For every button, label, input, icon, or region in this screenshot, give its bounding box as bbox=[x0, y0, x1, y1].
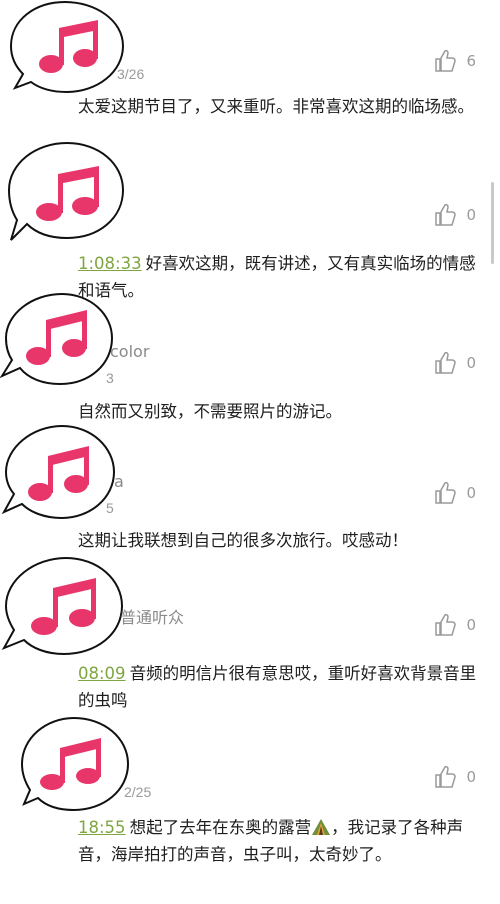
music-note-icon bbox=[1, 556, 124, 656]
like-button[interactable]: 0 bbox=[434, 766, 476, 788]
thumbs-up-icon bbox=[435, 766, 457, 788]
like-button[interactable]: 6 bbox=[434, 50, 476, 72]
music-note-icon bbox=[7, 141, 125, 241]
comment-date: 5 bbox=[106, 500, 114, 516]
thumbs-up-icon bbox=[435, 204, 457, 226]
username[interactable]: color bbox=[110, 342, 149, 361]
like-button[interactable]: 0 bbox=[434, 352, 476, 374]
comment-body: 音频的明信片很有意思哎，重听好喜欢背景音里的虫鸣 bbox=[78, 664, 477, 710]
like-count: 0 bbox=[466, 354, 476, 372]
comment-text: 自然而又别致，不需要照片的游记。 bbox=[78, 398, 478, 425]
comment-text: 太爱这期节目了，又来重听。非常喜欢这期的临场感。 bbox=[78, 93, 478, 120]
like-button[interactable]: 0 bbox=[434, 204, 476, 226]
music-note-icon bbox=[0, 292, 114, 386]
like-button[interactable]: 0 bbox=[434, 614, 476, 636]
username[interactable]: a bbox=[114, 472, 124, 491]
timestamp-link[interactable]: 1:08:33 bbox=[78, 254, 142, 273]
like-count: 6 bbox=[466, 52, 476, 70]
comment-body: 这期让我联想到自己的很多次旅行。哎感动！ bbox=[78, 531, 408, 550]
thumbs-up-icon bbox=[435, 482, 457, 504]
avatar[interactable] bbox=[16, 714, 132, 814]
like-count: 0 bbox=[466, 616, 476, 634]
comment-text: 08:09 音频的明信片很有意思哎，重听好喜欢背景音里的虫鸣 bbox=[78, 660, 478, 714]
scrollbar[interactable] bbox=[491, 182, 494, 264]
thumbs-up-icon bbox=[435, 352, 457, 374]
timestamp-link[interactable]: 18:55 bbox=[78, 818, 126, 837]
avatar[interactable] bbox=[0, 552, 126, 658]
username[interactable]: 普通听众 bbox=[120, 604, 184, 628]
thumbs-up-icon bbox=[435, 614, 457, 636]
comment-text: 18:55 想起了去年在东奥的露营 ，我记录了各种声音，海岸拍打的声音，虫子叫，太奇… bbox=[78, 814, 478, 868]
like-count: 0 bbox=[466, 206, 476, 224]
comment-date: 3 bbox=[106, 370, 114, 386]
like-count: 0 bbox=[466, 484, 476, 502]
music-note-icon bbox=[9, 0, 125, 94]
comment-date: 2/25 bbox=[124, 784, 152, 800]
camping-tent-icon bbox=[312, 819, 331, 835]
comment-body: 自然而又别致，不需要照片的游记。 bbox=[78, 402, 342, 421]
thumbs-up-icon bbox=[435, 50, 457, 72]
comment-date: 3/26 bbox=[117, 66, 145, 82]
comment-text: 这期让我联想到自己的很多次旅行。哎感动！ bbox=[78, 527, 478, 554]
comment-body: 太爱这期节目了，又来重听。非常喜欢这期的临场感。 bbox=[78, 97, 474, 116]
music-note-icon bbox=[20, 716, 130, 812]
avatar[interactable] bbox=[0, 290, 116, 388]
comment-body-before: 想起了去年在东奥的露营 bbox=[129, 818, 312, 837]
like-count: 0 bbox=[466, 768, 476, 786]
timestamp-link[interactable]: 08:09 bbox=[78, 664, 126, 683]
comment-text: 1:08:33 好喜欢这期，既有讲述，又有真实临场的情感和语气。 bbox=[78, 250, 478, 304]
avatar[interactable] bbox=[3, 140, 128, 242]
like-button[interactable]: 0 bbox=[434, 482, 476, 504]
music-note-icon bbox=[1, 424, 116, 520]
avatar[interactable] bbox=[5, 0, 127, 95]
avatar[interactable] bbox=[0, 420, 118, 524]
